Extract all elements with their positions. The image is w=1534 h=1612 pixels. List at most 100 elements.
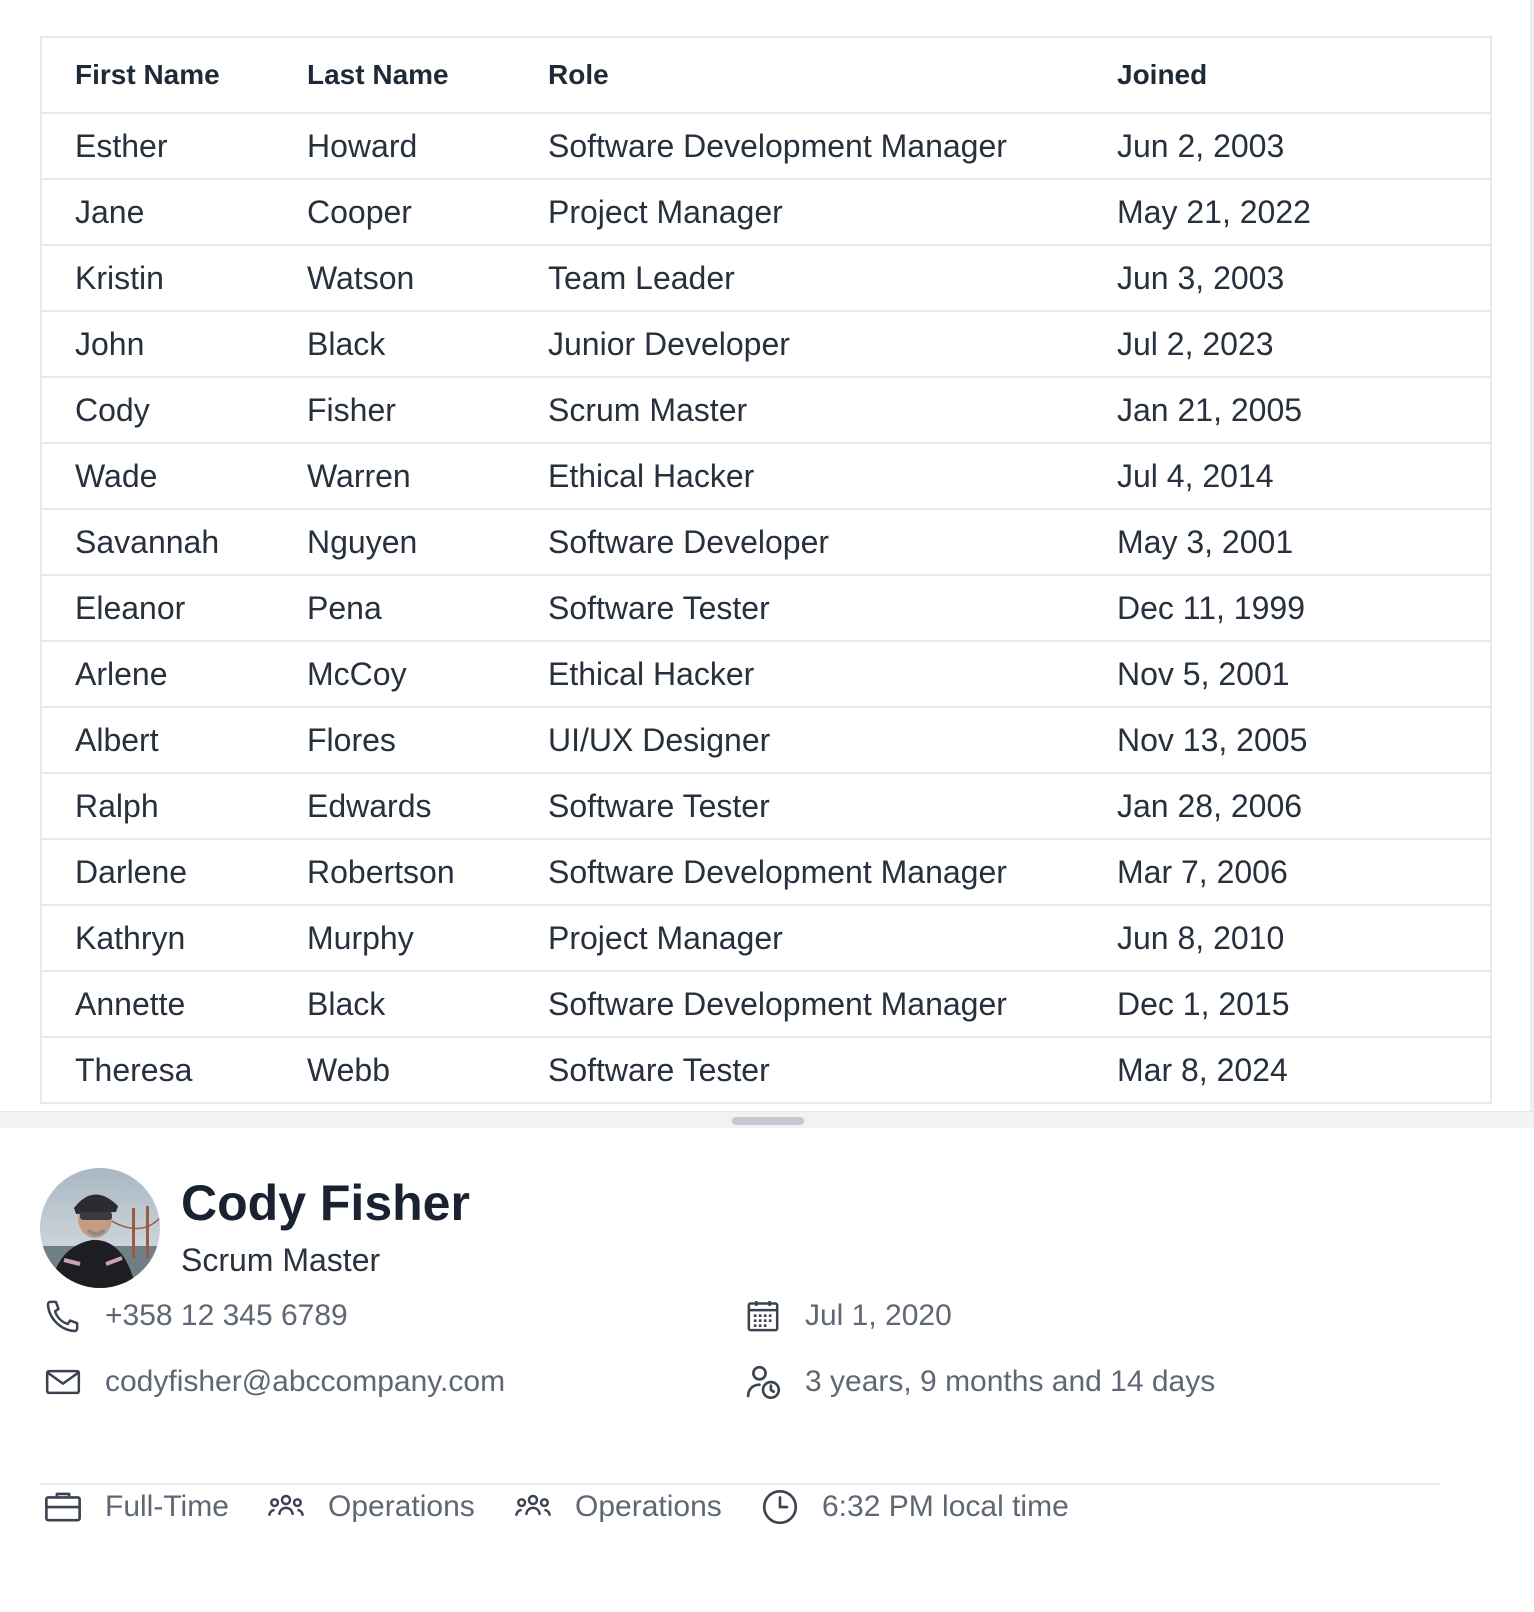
person-clock-icon (741, 1360, 785, 1404)
joined-date-cell: Dec 1, 2015 (1117, 985, 1290, 1022)
employment-type-item: Full-Time (41, 1485, 229, 1529)
table-row[interactable]: Jane Cooper Project Manager May 21, 2022 (42, 180, 1490, 246)
table-row[interactable]: Annette Black Software Development Manager… (42, 972, 1490, 1038)
people-group-icon (511, 1485, 555, 1529)
phone-number[interactable]: +358 12 345 6789 (105, 1299, 348, 1333)
first-name-cell: Darlene (75, 853, 188, 890)
mail-icon (41, 1360, 85, 1404)
first-name-cell: Albert (75, 721, 159, 758)
email-address[interactable]: codyfisher@abccompany.com (105, 1365, 505, 1399)
last-name-cell: Edwards (307, 787, 432, 824)
team-name: Operations (575, 1490, 722, 1523)
table-header-row: First Name Last Name Role Joined (42, 38, 1490, 114)
last-name-cell: Pena (307, 589, 382, 626)
first-name-cell: Kathryn (75, 919, 186, 956)
scrollbar-track[interactable] (1530, 0, 1534, 1111)
table-row[interactable]: Albert Flores UI/UX Designer Nov 13, 2005 (42, 708, 1490, 774)
role-cell: Software Development Manager (548, 853, 1007, 890)
joined-date-cell: Jan 28, 2006 (1117, 787, 1303, 824)
phone-row[interactable]: +358 12 345 6789 (41, 1294, 348, 1338)
table-row[interactable]: Arlene McCoy Ethical Hacker Nov 5, 2001 (42, 642, 1490, 708)
table-row[interactable]: Eleanor Pena Software Tester Dec 11, 1999 (42, 576, 1490, 642)
first-name-cell: Ralph (75, 787, 159, 824)
last-name-cell: McCoy (307, 655, 407, 692)
table-row[interactable]: Cody Fisher Scrum Master Jan 21, 2005 (42, 378, 1490, 444)
role-cell: Team Leader (548, 259, 735, 296)
role-cell: Software Development Manager (548, 127, 1007, 164)
role-cell: Scrum Master (548, 391, 748, 428)
column-header-role[interactable]: Role (548, 59, 1117, 91)
table-row[interactable]: John Black Junior Developer Jul 2, 2023 (42, 312, 1490, 378)
last-name-cell: Warren (307, 457, 411, 494)
email-row[interactable]: codyfisher@abccompany.com (41, 1360, 505, 1404)
role-cell: UI/UX Designer (548, 721, 771, 758)
last-name-cell: Fisher (307, 391, 396, 428)
joined-date-cell: Jun 2, 2003 (1117, 127, 1285, 164)
table-row[interactable]: Kristin Watson Team Leader Jun 3, 2003 (42, 246, 1490, 312)
column-header-last-name[interactable]: Last Name (307, 59, 548, 91)
start-date-row: Jul 1, 2020 (741, 1294, 952, 1338)
joined-date-cell: Jun 3, 2003 (1117, 259, 1285, 296)
joined-date-cell: Jul 4, 2014 (1117, 457, 1274, 494)
joined-date-cell: Mar 8, 2024 (1117, 1051, 1288, 1088)
table-row[interactable]: Wade Warren Ethical Hacker Jul 4, 2014 (42, 444, 1490, 510)
employee-name: Cody Fisher (181, 1175, 470, 1231)
table-row[interactable]: Kathryn Murphy Project Manager Jun 8, 2010 (42, 906, 1490, 972)
first-name-cell: Kristin (75, 259, 164, 296)
role-cell: Project Manager (548, 193, 783, 230)
table-row[interactable]: Ralph Edwards Software Tester Jan 28, 2006 (42, 774, 1490, 840)
joined-date-cell: May 21, 2022 (1117, 193, 1311, 230)
role-cell: Junior Developer (548, 325, 790, 362)
last-name-cell: Watson (307, 259, 415, 296)
last-name-cell: Black (307, 985, 386, 1022)
role-cell: Software Tester (548, 589, 770, 626)
briefcase-icon (41, 1485, 85, 1529)
phone-icon (41, 1294, 85, 1338)
joined-date-cell: Nov 13, 2005 (1117, 721, 1308, 758)
employee-title: Scrum Master (181, 1242, 381, 1278)
department-item: Operations (264, 1485, 475, 1529)
joined-date-cell: Jun 8, 2010 (1117, 919, 1285, 956)
department-name: Operations (328, 1490, 475, 1523)
last-name-cell: Cooper (307, 193, 412, 230)
start-date: Jul 1, 2020 (805, 1299, 952, 1332)
local-time: 6:32 PM local time (822, 1490, 1069, 1523)
role-cell: Project Manager (548, 919, 783, 956)
tenure-duration: 3 years, 9 months and 14 days (805, 1365, 1216, 1398)
first-name-cell: Eleanor (75, 589, 186, 626)
role-cell: Ethical Hacker (548, 655, 755, 692)
team-item: Operations (511, 1485, 722, 1529)
last-name-cell: Flores (307, 721, 396, 758)
joined-date-cell: Jan 21, 2005 (1117, 391, 1303, 428)
first-name-cell: Savannah (75, 523, 220, 560)
first-name-cell: John (75, 325, 145, 362)
employee-table: First Name Last Name Role Joined Esther H… (40, 36, 1492, 1104)
first-name-cell: Esther (75, 127, 168, 164)
table-row[interactable]: Savannah Nguyen Software Developer May 3, 2… (42, 510, 1490, 576)
table-row[interactable]: Darlene Robertson Software Development Man… (42, 840, 1490, 906)
table-body: Esther Howard Software Development Manager… (42, 114, 1490, 1104)
table-row[interactable]: Esther Howard Software Development Manager… (42, 114, 1490, 180)
last-name-cell: Murphy (307, 919, 414, 956)
first-name-cell: Annette (75, 985, 186, 1022)
panel-splitter[interactable] (0, 1111, 1534, 1128)
drag-handle[interactable] (732, 1117, 804, 1125)
role-cell: Software Developer (548, 523, 830, 560)
first-name-cell: Cody (75, 391, 150, 428)
calendar-icon (741, 1294, 785, 1338)
column-header-joined[interactable]: Joined (1117, 59, 1417, 91)
joined-date-cell: Mar 7, 2006 (1117, 853, 1288, 890)
last-name-cell: Black (307, 325, 386, 362)
employee-table-panel: First Name Last Name Role Joined Esther H… (0, 0, 1534, 1111)
role-cell: Ethical Hacker (548, 457, 755, 494)
column-header-first-name[interactable]: First Name (42, 59, 307, 91)
employment-type: Full-Time (105, 1490, 229, 1523)
people-group-icon (264, 1485, 308, 1529)
joined-date-cell: May 3, 2001 (1117, 523, 1294, 560)
joined-date-cell: Nov 5, 2001 (1117, 655, 1290, 692)
last-name-cell: Webb (307, 1051, 391, 1088)
table-row[interactable]: Theresa Webb Software Tester Mar 8, 2024 (42, 1038, 1490, 1104)
role-cell: Software Tester (548, 1051, 770, 1088)
employee-profile-panel: Cody Fisher Scrum Master +358 12 345 678… (0, 1128, 1534, 1612)
role-cell: Software Tester (548, 787, 770, 824)
